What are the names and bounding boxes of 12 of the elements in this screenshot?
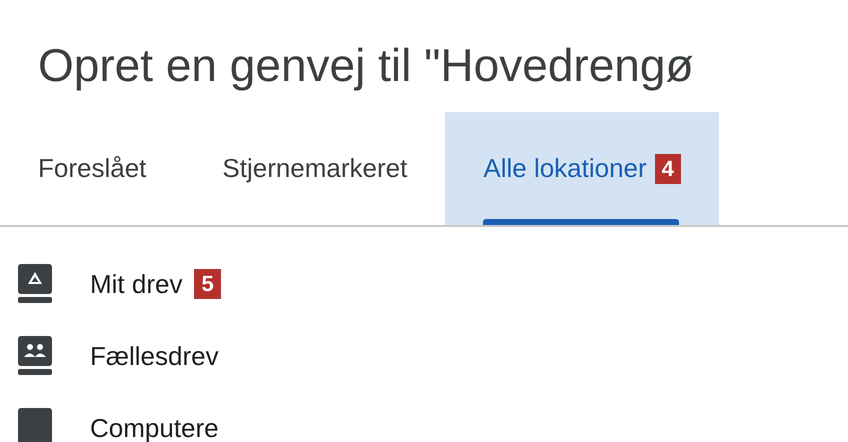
dialog-title: Opret en genvej til "Hovedrengø (37, 38, 695, 93)
location-item[interactable]: Computere (90, 412, 219, 442)
tab[interactable]: Stjernemarkeret (184, 112, 446, 225)
shared-drive-icon (18, 336, 52, 376)
tab[interactable]: Alle lokationer 4 (445, 112, 719, 225)
step-badge: 5 (194, 269, 221, 299)
step-badge: 4 (654, 154, 681, 184)
tab[interactable]: Foreslået (0, 112, 184, 225)
computer-icon (18, 408, 52, 442)
location-item[interactable]: Mit drev (90, 268, 182, 300)
location-item[interactable]: Fællesdrev (90, 340, 219, 372)
drive-icon (18, 264, 52, 304)
